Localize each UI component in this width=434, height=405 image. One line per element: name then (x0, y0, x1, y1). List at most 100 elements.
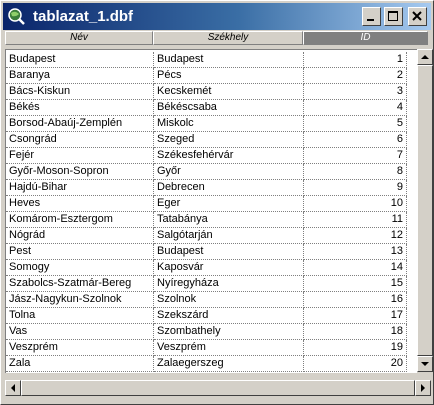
cell-nev[interactable]: Jász-Nagykun-Szolnok (6, 292, 154, 308)
cell-szekhely[interactable]: Győr (154, 164, 304, 180)
cell-id[interactable]: 7 (304, 148, 407, 164)
arrow-up-icon (421, 55, 429, 59)
cell-szekhely[interactable]: Veszprém (154, 340, 304, 356)
cell-szekhely[interactable]: Kaposvár (154, 260, 304, 276)
cell-id[interactable]: 16 (304, 292, 407, 308)
globe-magnifier-icon (8, 8, 25, 25)
cell-szekhely[interactable]: Pécs (154, 68, 304, 84)
title-bar[interactable]: tablazat_1.dbf (3, 3, 431, 30)
cell-nev[interactable]: Borsod-Abaúj-Zemplén (6, 116, 154, 132)
column-header-nev[interactable]: Név (5, 31, 153, 45)
cell-id[interactable]: 9 (304, 180, 407, 196)
vertical-scrollbar[interactable] (417, 49, 433, 372)
scroll-right-button[interactable] (415, 380, 431, 396)
table-row[interactable]: Szabolcs-Szatmár-Bereg Nyíregyháza 15 (6, 276, 417, 292)
cell-id[interactable]: 1 (304, 52, 407, 68)
table-row[interactable]: Békés Békéscsaba 4 (6, 100, 417, 116)
cell-nev[interactable]: Pest (6, 244, 154, 260)
cell-nev[interactable]: Komárom-Esztergom (6, 212, 154, 228)
cell-nev[interactable]: Tolna (6, 308, 154, 324)
cell-szekhely[interactable]: Nyíregyháza (154, 276, 304, 292)
scroll-up-button[interactable] (417, 49, 433, 65)
cell-nev[interactable]: Békés (6, 100, 154, 116)
cell-nev[interactable]: Vas (6, 324, 154, 340)
cell-id[interactable]: 17 (304, 308, 407, 324)
table-window: tablazat_1.dbf Név Székhely ID Budapest B… (0, 0, 434, 405)
scroll-left-button[interactable] (5, 380, 21, 396)
cell-szekhely[interactable]: Salgótarján (154, 228, 304, 244)
window-title: tablazat_1.dbf (33, 8, 134, 25)
cell-szekhely[interactable]: Szeged (154, 132, 304, 148)
cell-szekhely[interactable]: Budapest (154, 52, 304, 68)
cell-nev[interactable]: Szabolcs-Szatmár-Bereg (6, 276, 154, 292)
cell-szekhely[interactable]: Szombathely (154, 324, 304, 340)
cell-id[interactable]: 2 (304, 68, 407, 84)
cell-id[interactable]: 10 (304, 196, 407, 212)
cell-nev[interactable]: Somogy (6, 260, 154, 276)
cell-id[interactable]: 5 (304, 116, 407, 132)
cell-id[interactable]: 15 (304, 276, 407, 292)
cell-nev[interactable]: Győr-Moson-Sopron (6, 164, 154, 180)
horizontal-scrollbar[interactable] (5, 380, 431, 396)
cell-nev[interactable]: Fejér (6, 148, 154, 164)
cell-szekhely[interactable]: Budapest (154, 244, 304, 260)
table-row[interactable]: Baranya Pécs 2 (6, 68, 417, 84)
table-row[interactable]: Fejér Székesfehérvár 7 (6, 148, 417, 164)
cell-nev[interactable]: Zala (6, 356, 154, 372)
table-row[interactable]: Zala Zalaegerszeg 20 (6, 356, 417, 372)
table-row[interactable]: Jász-Nagykun-Szolnok Szolnok 16 (6, 292, 417, 308)
minimize-button[interactable] (362, 7, 381, 26)
table-row[interactable]: Csongrád Szeged 6 (6, 132, 417, 148)
column-header-szekhely[interactable]: Székhely (153, 31, 303, 45)
table-row[interactable]: Pest Budapest 13 (6, 244, 417, 260)
cell-id[interactable]: 20 (304, 356, 407, 372)
cell-id[interactable]: 3 (304, 84, 407, 100)
table-row[interactable]: Vas Szombathely 18 (6, 324, 417, 340)
cell-szekhely[interactable]: Szolnok (154, 292, 304, 308)
table-row[interactable]: Tolna Szekszárd 17 (6, 308, 417, 324)
table-row[interactable]: Hajdú-Bihar Debrecen 9 (6, 180, 417, 196)
cell-nev[interactable]: Csongrád (6, 132, 154, 148)
table-row[interactable]: Győr-Moson-Sopron Győr 8 (6, 164, 417, 180)
horizontal-scroll-thumb[interactable] (21, 380, 415, 396)
close-button[interactable] (408, 7, 427, 26)
table-row[interactable]: Budapest Budapest 1 (6, 52, 417, 68)
cell-nev[interactable]: Baranya (6, 68, 154, 84)
table-row[interactable]: Komárom-Esztergom Tatabánya 11 (6, 212, 417, 228)
cell-id[interactable]: 8 (304, 164, 407, 180)
column-header-id[interactable]: ID (303, 31, 428, 45)
cell-szekhely[interactable]: Kecskemét (154, 84, 304, 100)
cell-szekhely[interactable]: Tatabánya (154, 212, 304, 228)
table-row[interactable]: Veszprém Veszprém 19 (6, 340, 417, 356)
table-row[interactable]: Heves Eger 10 (6, 196, 417, 212)
cell-szekhely[interactable]: Eger (154, 196, 304, 212)
cell-nev[interactable]: Nógrád (6, 228, 154, 244)
cell-szekhely[interactable]: Miskolc (154, 116, 304, 132)
cell-id[interactable]: 14 (304, 260, 407, 276)
table-row[interactable]: Somogy Kaposvár 14 (6, 260, 417, 276)
cell-id[interactable]: 13 (304, 244, 407, 260)
cell-szekhely[interactable]: Zalaegerszeg (154, 356, 304, 372)
maximize-button[interactable] (384, 7, 403, 26)
table-row[interactable]: Borsod-Abaúj-Zemplén Miskolc 5 (6, 116, 417, 132)
scroll-down-button[interactable] (417, 356, 433, 372)
cell-nev[interactable]: Budapest (6, 52, 154, 68)
cell-id[interactable]: 11 (304, 212, 407, 228)
cell-id[interactable]: 4 (304, 100, 407, 116)
cell-id[interactable]: 19 (304, 340, 407, 356)
cell-nev[interactable]: Veszprém (6, 340, 154, 356)
cell-szekhely[interactable]: Békéscsaba (154, 100, 304, 116)
table-row[interactable]: Nógrád Salgótarján 12 (6, 228, 417, 244)
arrow-left-icon (11, 384, 15, 392)
cell-id[interactable]: 6 (304, 132, 407, 148)
cell-szekhely[interactable]: Szekszárd (154, 308, 304, 324)
cell-nev[interactable]: Heves (6, 196, 154, 212)
cell-id[interactable]: 18 (304, 324, 407, 340)
vertical-scroll-thumb[interactable] (417, 65, 433, 356)
cell-szekhely[interactable]: Debrecen (154, 180, 304, 196)
cell-szekhely[interactable]: Székesfehérvár (154, 148, 304, 164)
cell-nev[interactable]: Hajdú-Bihar (6, 180, 154, 196)
cell-nev[interactable]: Bács-Kiskun (6, 84, 154, 100)
cell-id[interactable]: 12 (304, 228, 407, 244)
table-row[interactable]: Bács-Kiskun Kecskemét 3 (6, 84, 417, 100)
